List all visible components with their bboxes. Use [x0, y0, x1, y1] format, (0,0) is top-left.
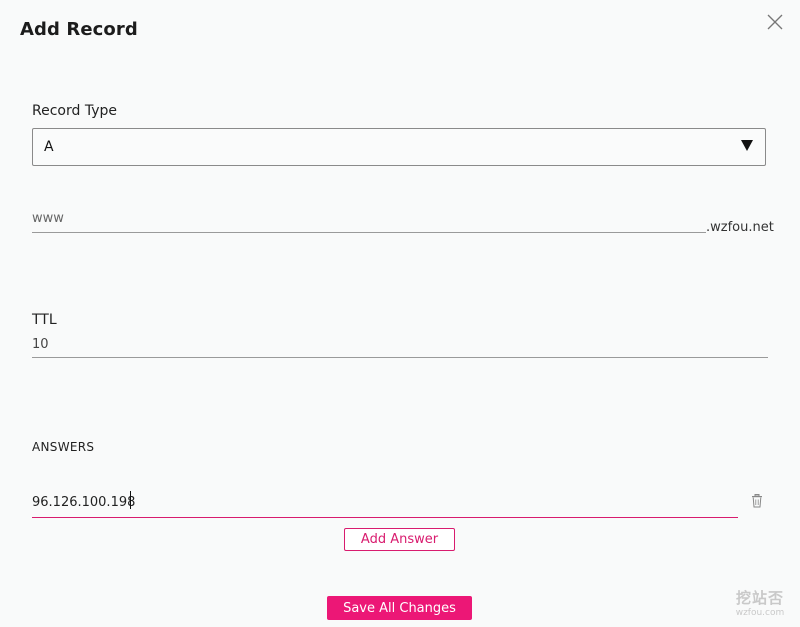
answer-input[interactable] — [32, 488, 738, 518]
close-icon[interactable] — [764, 11, 786, 33]
watermark-url: wzfou.com — [735, 608, 785, 618]
record-type-label: Record Type — [32, 103, 117, 119]
trash-icon[interactable] — [751, 494, 763, 508]
record-type-selected-value: A — [44, 139, 54, 155]
add-answer-button[interactable]: Add Answer — [344, 528, 455, 551]
watermark-text: 挖站否 — [735, 589, 784, 607]
watermark: 挖站否 wzfou.com — [730, 589, 790, 619]
domain-suffix: .wzfou.net — [706, 220, 774, 235]
record-name-input[interactable] — [32, 205, 706, 233]
ttl-label: TTL — [32, 312, 57, 328]
answers-heading: ANSWERS — [32, 440, 95, 454]
caret-down-icon — [741, 140, 753, 151]
text-caret — [130, 491, 131, 509]
save-all-changes-button[interactable]: Save All Changes — [327, 596, 472, 620]
ttl-input[interactable] — [32, 332, 768, 358]
dialog-title: Add Record — [20, 19, 138, 40]
record-type-select[interactable]: A — [32, 128, 766, 166]
